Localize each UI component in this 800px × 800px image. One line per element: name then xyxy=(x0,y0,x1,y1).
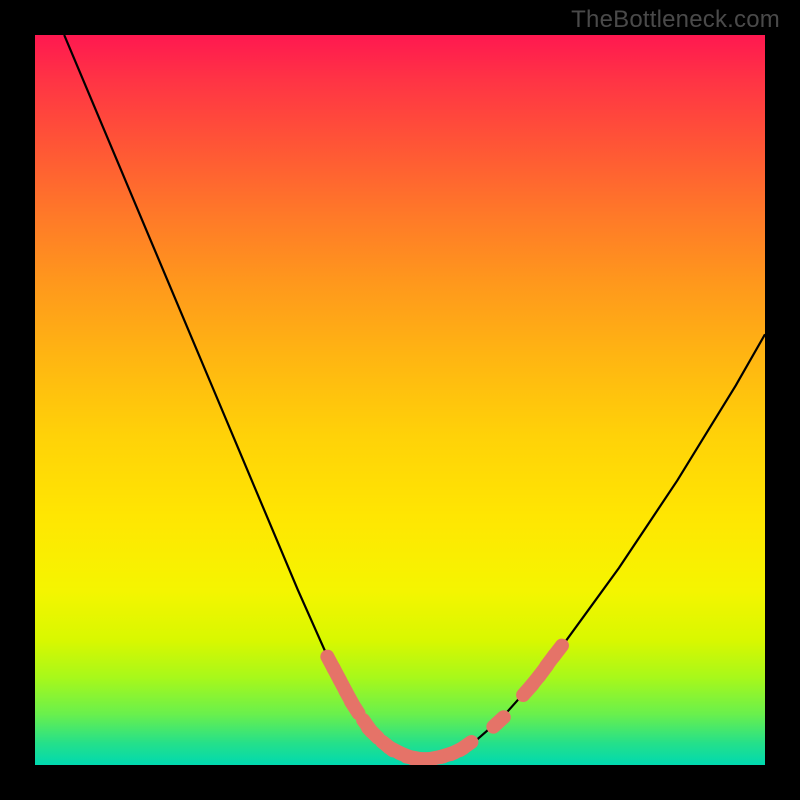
marker-dot xyxy=(351,701,359,713)
plot-area xyxy=(35,35,765,765)
marker-dot xyxy=(460,742,471,750)
marker-dot xyxy=(368,728,378,738)
marker-dot xyxy=(553,646,562,657)
bottleneck-curve xyxy=(64,35,765,759)
marker-group xyxy=(327,646,562,760)
marker-dot xyxy=(493,717,503,726)
watermark-text: TheBottleneck.com xyxy=(571,6,780,34)
bottleneck-curve-svg xyxy=(35,35,765,765)
